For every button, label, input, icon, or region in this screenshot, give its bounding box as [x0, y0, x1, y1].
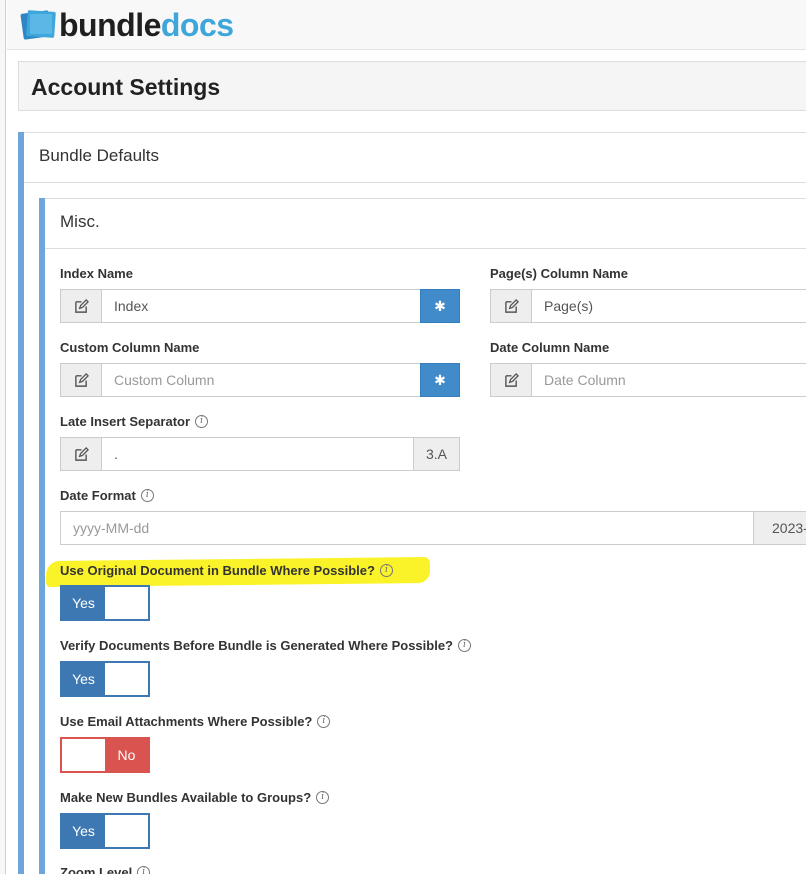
brand-wordmark[interactable]: bundledocs	[59, 6, 234, 44]
index-name-edit-addon	[60, 289, 102, 323]
late-insert-preview-text: 3.A	[425, 446, 447, 462]
index-name-input[interactable]	[101, 289, 421, 323]
email-attachments-toggle[interactable]: No	[60, 737, 150, 773]
pages-column-name-input[interactable]	[531, 289, 806, 323]
divider	[45, 248, 806, 249]
page-title-panel: Account Settings	[18, 61, 806, 111]
window-left-edge	[0, 0, 6, 874]
available-to-groups-label: Make New Bundles Available to Groups? i	[60, 790, 330, 805]
custom-column-options-button[interactable]: ✱	[420, 363, 460, 397]
divider	[45, 198, 806, 199]
date-format-input[interactable]	[60, 511, 754, 545]
available-to-groups-toggle[interactable]: Yes	[60, 813, 150, 849]
pencil-square-icon	[74, 372, 89, 387]
custom-column-name-input[interactable]	[101, 363, 421, 397]
info-circle-icon[interactable]: i	[316, 791, 330, 804]
pencil-square-icon	[504, 372, 519, 387]
toggle-state-label: Yes	[62, 815, 105, 847]
info-circle-icon[interactable]: i	[137, 866, 151, 874]
info-circle-icon[interactable]: i	[195, 415, 209, 428]
date-format-label: Date Format i	[60, 488, 154, 503]
info-circle-icon[interactable]: i	[379, 564, 393, 577]
index-name-label-text: Index Name	[60, 266, 133, 281]
late-insert-preview: 3.A	[413, 437, 460, 471]
info-circle-icon[interactable]: i	[140, 489, 154, 502]
date-column-name-label: Date Column Name	[490, 340, 609, 355]
custom-column-name-label-text: Custom Column Name	[60, 340, 200, 355]
custom-column-edit-addon	[60, 363, 102, 397]
pages-column-edit-addon	[490, 289, 532, 323]
brand-name-part2: docs	[160, 7, 234, 43]
late-insert-separator-label-text: Late Insert Separator	[60, 414, 191, 429]
use-original-label-text: Use Original Document in Bundle Where Po…	[60, 563, 375, 578]
late-insert-separator-input[interactable]	[101, 437, 414, 471]
date-column-name-label-text: Date Column Name	[490, 340, 610, 355]
bundledocs-logo-icon	[20, 10, 56, 40]
misc-accent	[39, 198, 45, 874]
verify-documents-label: Verify Documents Before Bundle is Genera…	[60, 638, 471, 653]
toggle-state-label: No	[105, 739, 148, 771]
toggle-state-label: Yes	[62, 587, 105, 619]
email-attachments-label-text: Use Email Attachments Where Possible?	[60, 714, 313, 729]
page-title: Account Settings	[31, 74, 221, 100]
misc-heading[interactable]: Misc.	[60, 212, 100, 232]
toggle-state-label: Yes	[62, 663, 105, 695]
verify-documents-label-text: Verify Documents Before Bundle is Genera…	[60, 638, 453, 653]
index-name-options-button[interactable]: ✱	[420, 289, 460, 323]
pencil-square-icon	[74, 446, 89, 461]
info-circle-icon[interactable]: i	[458, 639, 471, 652]
use-original-toggle[interactable]: Yes	[60, 585, 150, 621]
bundle-defaults-heading[interactable]: Bundle Defaults	[39, 146, 159, 166]
date-format-preview: 2023-	[753, 511, 806, 545]
available-to-groups-label-text: Make New Bundles Available to Groups?	[60, 790, 312, 805]
asterisk-icon: ✱	[434, 371, 446, 388]
brand-header: bundledocs	[7, 0, 806, 50]
zoom-level-label-text: Zoom Level	[60, 865, 133, 874]
pages-column-name-label: Page(s) Column Name	[490, 266, 628, 281]
date-column-edit-addon	[490, 363, 532, 397]
brand-name-part1: bundle	[59, 7, 161, 43]
use-original-label: Use Original Document in Bundle Where Po…	[60, 563, 393, 578]
index-name-label: Index Name	[60, 266, 133, 281]
zoom-level-label: Zoom Level i	[60, 865, 151, 874]
date-format-preview-text: 2023-	[772, 520, 806, 536]
verify-documents-toggle[interactable]: Yes	[60, 661, 150, 697]
late-insert-separator-label: Late Insert Separator i	[60, 414, 209, 429]
pencil-square-icon	[74, 298, 89, 313]
divider	[24, 182, 806, 183]
late-insert-edit-addon	[60, 437, 102, 471]
pages-column-name-label-text: Page(s) Column Name	[490, 266, 628, 281]
email-attachments-label: Use Email Attachments Where Possible? i	[60, 714, 331, 729]
date-column-name-input[interactable]	[531, 363, 806, 397]
custom-column-name-label: Custom Column Name	[60, 340, 199, 355]
info-circle-icon[interactable]: i	[317, 715, 331, 728]
asterisk-icon: ✱	[434, 297, 446, 314]
date-format-label-text: Date Format	[60, 488, 136, 503]
pencil-square-icon	[504, 298, 519, 313]
